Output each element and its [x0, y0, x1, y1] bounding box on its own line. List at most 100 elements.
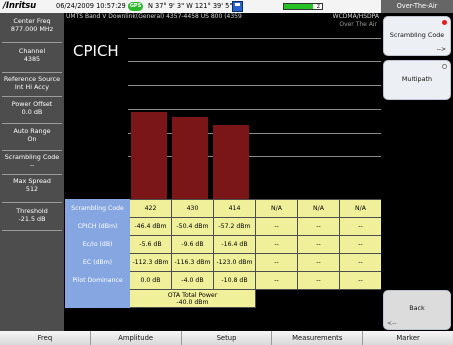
table-cell: 0.0 dB — [129, 271, 172, 290]
table-row: CPICH (dBm) -46.4 dBm -50.4 dBm -57.2 dBm --… — [65, 217, 382, 236]
scrambling-code-cell: 430 — [171, 199, 214, 218]
table-cell: -123.0 dBm — [213, 253, 256, 272]
scrambling-code-button[interactable]: Scrambling Code --> — [383, 16, 451, 56]
back-arrow: <-- — [387, 320, 397, 327]
param-label: Auto Range — [13, 127, 51, 135]
table-cell: -- — [339, 253, 382, 272]
table-cell: -9.6 dB — [171, 235, 214, 254]
ota-row: OTA Total Power -40.0 dBm — [65, 289, 382, 308]
table-cell: -- — [255, 235, 298, 254]
scrambling-code-cell: 414 — [213, 199, 256, 218]
gps-coordinates: N 37° 9' 3" W 121° 39' 5" — [148, 2, 233, 10]
back-button[interactable]: Back <-- — [383, 290, 451, 330]
battery-level — [284, 4, 313, 9]
bar-414 — [213, 124, 249, 199]
ota-total-power-label: OTA Total Power — [167, 291, 218, 299]
param-label: Channel — [18, 47, 46, 55]
table-cell: -- — [297, 271, 340, 290]
menu-marker[interactable]: Marker — [363, 331, 453, 345]
param-reference-source[interactable]: Reference Source Int Hi Accy — [2, 75, 62, 97]
measurement-display: UMTS Band V Downlink(General) 4357-4458 … — [64, 13, 382, 331]
grid-line — [128, 38, 381, 39]
table-cell: -- — [255, 271, 298, 290]
param-center-freq[interactable]: Center Freq 877.000 MHz — [2, 17, 62, 43]
table-cell: -50.4 dBm — [171, 217, 214, 236]
bar-422 — [131, 111, 167, 199]
grid-line — [128, 109, 381, 110]
table-cell: -- — [297, 217, 340, 236]
row-header: Ec/Io (dB) — [65, 235, 130, 254]
gps-icon: GPS — [128, 2, 143, 11]
param-value: 0.0 dB — [21, 108, 43, 116]
row-header: EC (dBm) — [65, 253, 130, 272]
table-cell: -116.3 dBm — [171, 253, 214, 272]
param-value: -- — [29, 161, 35, 169]
ota-label: Over The Air — [339, 21, 377, 28]
menu-freq[interactable]: Freq — [0, 331, 91, 345]
submenu-arrow: --> — [436, 46, 446, 53]
row-header: Pilot Dominance — [65, 271, 130, 290]
ota-total-power-value: -40.0 dBm — [176, 298, 209, 306]
table-cell: -112.3 dBm — [129, 253, 172, 272]
table-row: Ec/Io (dB) -5.6 dB -9.6 dB -16.4 dB -- -- -- — [65, 235, 382, 254]
ota-total-power: OTA Total Power -40.0 dBm — [129, 289, 256, 308]
table-cell: -46.4 dBm — [129, 217, 172, 236]
param-max-spread[interactable]: Max Spread 512 — [2, 177, 62, 203]
menu-title: Over-The-Air — [381, 0, 453, 13]
table-cell: -10.8 dB — [213, 271, 256, 290]
table-row: EC (dBm) -112.3 dBm -116.3 dBm -123.0 dBm --… — [65, 253, 382, 272]
cpich-bar-chart — [128, 33, 381, 199]
empty-cell — [255, 289, 382, 308]
active-indicator-icon — [442, 20, 447, 25]
inactive-indicator-icon — [442, 64, 447, 69]
row-header: CPICH (dBm) — [65, 217, 130, 236]
page-title: CPICH — [73, 42, 119, 60]
band-subtitle: UMTS Band V Downlink(General) 4357-4458 … — [66, 13, 242, 20]
table-cell: -- — [297, 235, 340, 254]
scrambling-code-cell: 422 — [129, 199, 172, 218]
parameter-panel: Center Freq 877.000 MHz Channel 4385 Referen… — [0, 13, 64, 331]
param-value: 4385 — [23, 55, 41, 63]
param-value: 512 — [25, 185, 39, 193]
param-label: Max Spread — [13, 177, 51, 185]
param-power-offset[interactable]: Power Offset 0.0 dB — [2, 100, 62, 124]
softkey-panel: Over-The-Air Scrambling Code --> Multipa… — [381, 0, 453, 331]
param-value: 877.000 MHz — [10, 25, 54, 33]
multipath-button[interactable]: Multipath — [383, 60, 451, 100]
scrambling-code-cell: N/A — [339, 199, 382, 218]
table-cell: -5.6 dB — [129, 235, 172, 254]
brand-logo: /Inritsu — [3, 1, 36, 11]
table-cell: -57.2 dBm — [213, 217, 256, 236]
table-cell: -4.0 dB — [171, 271, 214, 290]
param-value: On — [27, 135, 37, 143]
param-value: Int Hi Accy — [14, 83, 50, 91]
row-header: Scrambling Code — [65, 199, 130, 218]
param-scrambling-code[interactable]: Scrambling Code -- — [2, 153, 62, 175]
row-header — [65, 289, 130, 308]
scrambling-code-label: Scrambling Code — [389, 31, 445, 39]
mode-label: WCDMA/HSDPA — [332, 13, 379, 20]
back-label: Back — [409, 304, 425, 312]
table-cell: -- — [255, 253, 298, 272]
param-threshold[interactable]: Threshold -21.5 dB — [2, 207, 62, 231]
battery-indicator: z — [316, 3, 320, 10]
param-auto-range[interactable]: Auto Range On — [2, 127, 62, 151]
table-cell: -- — [297, 253, 340, 272]
battery-icon: z — [283, 3, 323, 10]
param-label: Center Freq — [13, 17, 51, 25]
datetime: 06/24/2009 10:57:29 am — [56, 2, 139, 10]
menu-measurements[interactable]: Measurements — [272, 331, 364, 345]
param-channel[interactable]: Channel 4385 — [2, 47, 62, 73]
param-label: Scrambling Code — [4, 153, 60, 161]
menu-amplitude[interactable]: Amplitude — [90, 331, 182, 345]
param-label: Reference Source — [3, 75, 61, 83]
menu-setup[interactable]: Setup — [181, 331, 273, 345]
grid-line — [128, 61, 381, 62]
param-label: Threshold — [16, 207, 48, 215]
scrambling-code-cell: N/A — [255, 199, 298, 218]
bar-430 — [172, 116, 208, 199]
multipath-label: Multipath — [401, 75, 433, 83]
param-value: -21.5 dB — [18, 215, 46, 223]
bottom-menu-bar: Freq Amplitude Setup Measurements Marker — [0, 331, 453, 345]
table-cell: -16.4 dB — [213, 235, 256, 254]
